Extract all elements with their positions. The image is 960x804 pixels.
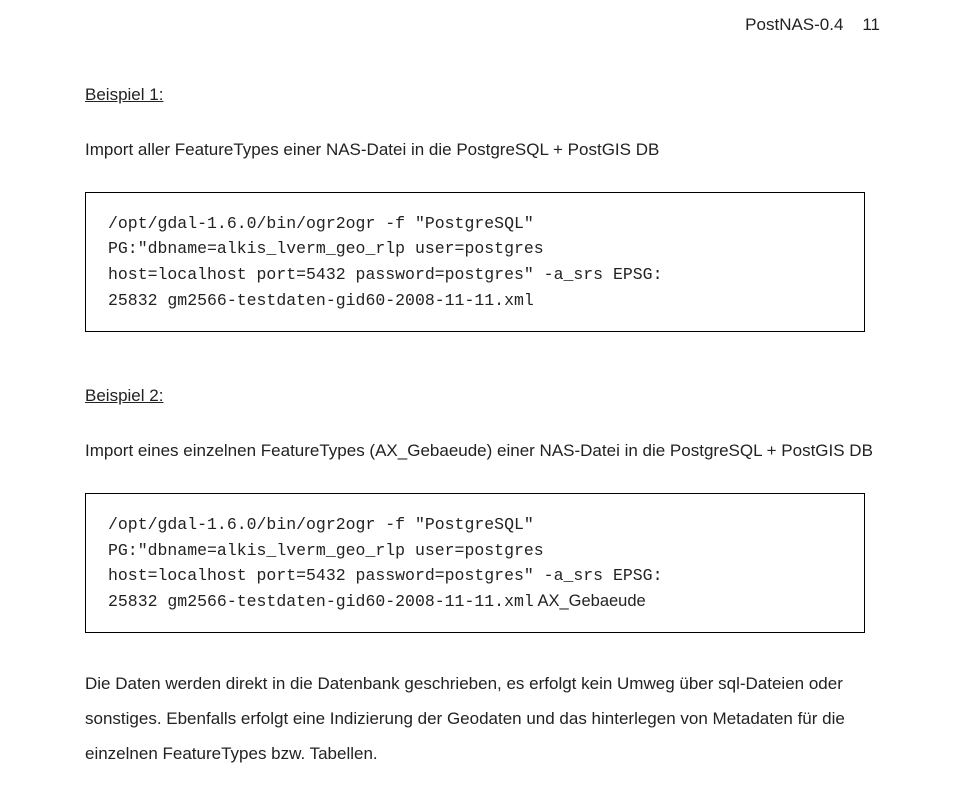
example-1-description: Import aller FeatureTypes einer NAS-Date…	[85, 133, 880, 168]
example-2-heading: Beispiel 2:	[85, 386, 880, 406]
page-header: PostNAS-0.4 11	[85, 15, 880, 35]
example-1-heading: Beispiel 1:	[85, 85, 880, 105]
closing-paragraph: Die Daten werden direkt in die Datenbank…	[85, 667, 880, 772]
example-2-code-suffix: AX_Gebaeude	[534, 592, 646, 610]
page-number: 11	[862, 15, 880, 34]
example-2-code: /opt/gdal-1.6.0/bin/ogr2ogr -f "PostgreS…	[85, 493, 865, 633]
doc-title: PostNAS-0.4	[745, 15, 843, 34]
example-1-code: /opt/gdal-1.6.0/bin/ogr2ogr -f "PostgreS…	[85, 192, 865, 332]
example-2-description: Import eines einzelnen FeatureTypes (AX_…	[85, 434, 880, 469]
